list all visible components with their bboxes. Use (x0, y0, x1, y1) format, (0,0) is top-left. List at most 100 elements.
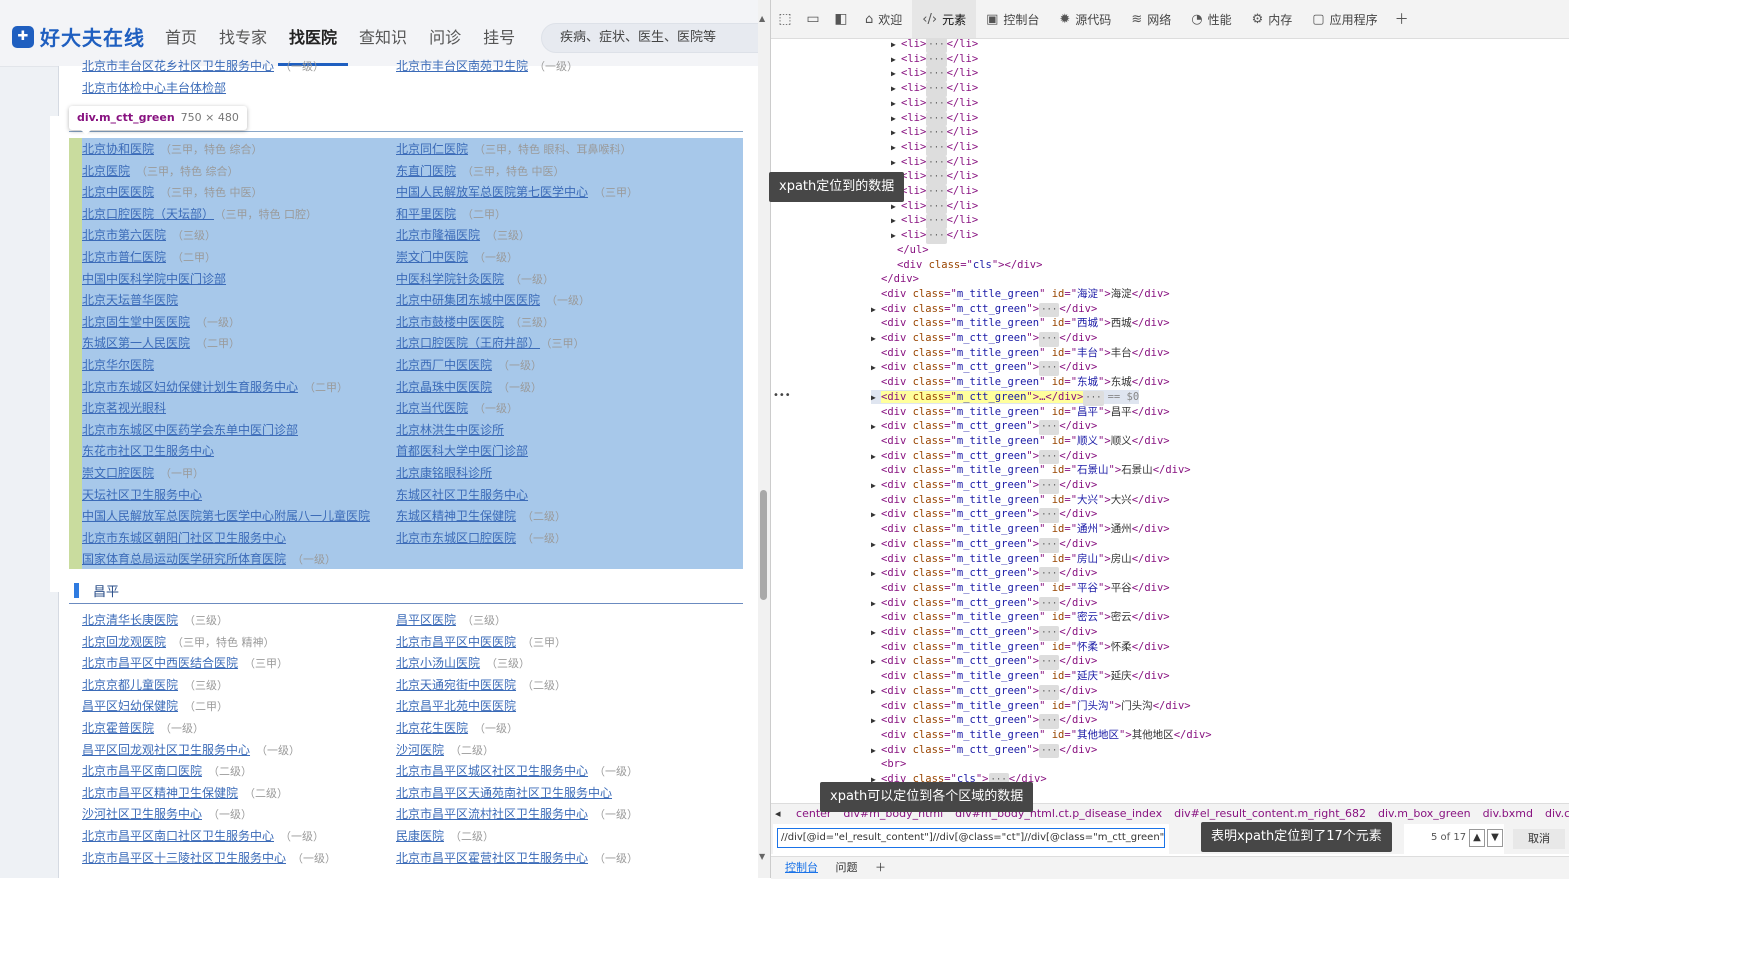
hospital-link[interactable]: 北京回龙观医院 (82, 635, 166, 649)
hospital-link[interactable]: 沙河医院 (396, 743, 444, 757)
collapsed-content-icon[interactable]: ··· (926, 67, 947, 83)
hospital-link[interactable]: 北京市昌平区流村社区卫生服务中心 (396, 807, 588, 821)
hospital-link[interactable]: 国家体育总局运动医学研究所体育医院 (82, 552, 286, 566)
dom-node[interactable]: ▶ <div class="m_ctt_green"> ··· </div> (871, 331, 1097, 347)
expand-caret-icon[interactable]: ▶ (891, 229, 901, 244)
collapsed-content-icon[interactable]: ··· (1039, 537, 1060, 553)
dom-node[interactable]: <div class="m_title_green" id="石景山">石景山<… (881, 463, 1191, 478)
hospital-link[interactable]: 北京固生堂中医医院 (82, 315, 190, 329)
collapsed-content-icon[interactable]: ··· (1039, 567, 1060, 582)
hospital-link[interactable]: 民康医院 (396, 829, 444, 843)
hospital-link[interactable]: 昌平区回龙观社区卫生服务中心 (82, 743, 250, 757)
expand-caret-icon[interactable]: ▶ (891, 126, 901, 141)
collapsed-content-icon[interactable]: ··· (1039, 361, 1060, 377)
more-options-icon[interactable]: ••• (773, 390, 791, 401)
dom-node[interactable]: ▶ <div class="m_ctt_green"> ··· </div> (871, 449, 1097, 465)
dom-node[interactable]: ▶ <div class="m_ctt_green"> ··· </div> (871, 478, 1097, 494)
hospital-link[interactable]: 北京中医医院 (82, 185, 154, 199)
previous-match-icon[interactable]: ▲ (1469, 829, 1485, 847)
add-tab-icon[interactable]: ＋ (1388, 5, 1416, 33)
collapsed-content-icon[interactable]: ··· (1039, 508, 1060, 524)
dom-node[interactable]: ▶ <div class="m_ctt_green"> ··· </div> (871, 537, 1097, 553)
dom-node[interactable]: <div class="m_title_green" id="密云">密云</d… (881, 610, 1170, 625)
collapsed-content-icon[interactable]: ··· (926, 155, 947, 171)
dom-node[interactable]: <div class="m_title_green" id="通州">通州</d… (881, 522, 1170, 537)
expand-caret-icon[interactable]: ▶ (871, 332, 881, 347)
hospital-link[interactable]: 北京中研集团东城中医医院 (396, 293, 540, 307)
hospital-link[interactable]: 北京市昌平区霍营社区卫生服务中心 (396, 851, 588, 865)
collapsed-content-icon[interactable]: ··· (1039, 714, 1060, 729)
hospital-link[interactable]: 中国人民解放军总医院第七医学中心附属八一儿童医院 (82, 509, 370, 523)
dom-node[interactable]: ▶ <div class="m_ctt_green"> ··· </div> (871, 654, 1097, 671)
dom-node[interactable]: ▶ <div class="m_ctt_green"> ··· </div> (871, 360, 1097, 377)
dom-node[interactable]: <div class="m_title_green" id="平谷">平谷</d… (881, 581, 1170, 596)
hospital-link[interactable]: 昌平区妇幼保健院 (82, 699, 178, 713)
hospital-link[interactable]: 北京同仁医院 (396, 142, 468, 156)
hospital-link[interactable]: 北京市鼓楼中医医院 (396, 315, 504, 329)
expand-caret-icon[interactable]: ▶ (891, 97, 901, 112)
hospital-link[interactable]: 崇文口腔医院 (82, 466, 154, 480)
expand-caret-icon[interactable]: ▶ (871, 391, 881, 406)
expand-caret-icon[interactable]: ▶ (871, 597, 881, 612)
dom-node[interactable]: </ul> (897, 243, 929, 258)
device-emulation-icon[interactable]: ▭ (799, 5, 827, 33)
inspect-element-icon[interactable]: ⬚ (771, 5, 799, 33)
devtools-tab[interactable]: ⌂ 欢迎 (855, 0, 912, 38)
expand-caret-icon[interactable]: ▶ (871, 538, 881, 553)
selected-dom-node[interactable]: ▶ <div class="m_ctt_green">…</div> ··· == $… (871, 389, 1140, 406)
collapsed-content-icon[interactable]: ··· (926, 185, 947, 200)
hospital-link[interactable]: 北京市隆福医院 (396, 228, 480, 242)
dom-node[interactable]: ▶ <div class="m_ctt_green"> ··· </div> (871, 566, 1097, 582)
collapsed-content-icon[interactable]: ··· (1039, 420, 1060, 435)
dom-node[interactable]: <div class="m_title_green" id="海淀">海淀</d… (881, 287, 1170, 302)
collapsed-content-icon[interactable]: ··· (926, 111, 947, 127)
dom-node[interactable]: <div class="m_title_green" id="西城">西城</d… (881, 316, 1170, 331)
hospital-link[interactable]: 和平里医院 (396, 207, 456, 221)
expand-caret-icon[interactable]: ▶ (871, 744, 881, 759)
dom-node[interactable]: <div class="m_title_green" id="大兴">大兴</d… (881, 493, 1170, 508)
dom-node[interactable]: <div class="m_title_green" id="房山">房山</d… (881, 552, 1170, 567)
hospital-link[interactable]: 北京市东城区朝阳门社区卫生服务中心 (82, 531, 286, 545)
collapsed-content-icon[interactable]: ··· (1039, 479, 1060, 494)
hospital-link[interactable]: 北京口腔医院（王府井部） (396, 336, 540, 350)
expand-caret-icon[interactable]: ▶ (891, 82, 901, 97)
collapsed-content-icon[interactable]: ··· (926, 214, 947, 230)
drawer-tab-console[interactable]: 控制台 (785, 861, 818, 874)
hospital-link[interactable]: 北京晶珠中医医院 (396, 380, 492, 394)
collapsed-content-icon[interactable]: ··· (926, 170, 947, 185)
dom-node[interactable]: ▶<li>···</li> (891, 96, 978, 112)
hospital-link[interactable]: 首都医科大学中医门诊部 (396, 444, 528, 458)
hospital-link[interactable]: 北京市东城区妇幼保健计划生育服务中心 (82, 380, 298, 394)
hospital-link[interactable]: 北京市昌平区南口医院 (82, 764, 202, 778)
breadcrumb-scroll-left-icon[interactable]: ◂ (775, 807, 781, 820)
hospital-link[interactable]: 北京西厂中医医院 (396, 358, 492, 372)
xpath-search-input[interactable]: //div[@id="el_result_content"]//div[@cla… (777, 828, 1165, 848)
hospital-link[interactable]: 崇文门中医院 (396, 250, 468, 264)
hospital-link[interactable]: 东花市社区卫生服务中心 (82, 444, 214, 458)
site-search-input[interactable]: 疾病、症状、医生、医院等 (541, 23, 770, 53)
collapsed-content-icon[interactable]: ··· (1039, 449, 1060, 465)
hospital-link[interactable]: 北京市丰台区花乡社区卫生服务中心 (82, 59, 274, 73)
dom-node[interactable]: <div class="m_title_green" id="丰台">丰台</d… (881, 346, 1170, 361)
hospital-link[interactable]: 北京当代医院 (396, 401, 468, 415)
hospital-link[interactable]: 北京林洪生中医诊所 (396, 423, 504, 437)
next-match-icon[interactable]: ▼ (1487, 829, 1503, 847)
dom-node[interactable]: ▶ <div class="m_ctt_green"> ··· </div> (871, 507, 1097, 524)
hospital-link[interactable]: 北京市普仁医院 (82, 250, 166, 264)
expand-caret-icon[interactable]: ▶ (871, 567, 881, 582)
sidebar-toggle-icon[interactable]: ◧ (827, 5, 855, 33)
hospital-link[interactable]: 北京花生医院 (396, 721, 468, 735)
collapsed-content-icon[interactable]: ··· (926, 229, 947, 244)
dom-node[interactable]: ▶ <div class="m_ctt_green"> ··· </div> (871, 743, 1097, 759)
hospital-link[interactable]: 北京市东城区口腔医院 (396, 531, 516, 545)
hospital-link[interactable]: 昌平区医院 (396, 613, 456, 627)
expand-caret-icon[interactable]: ▶ (871, 655, 881, 670)
breadcrumb-item[interactable]: div#el_result_content.m_right_682 (1174, 807, 1366, 820)
dom-node[interactable]: ▶ <div class="m_ctt_green"> ··· </div> (871, 713, 1097, 729)
collapsed-content-icon[interactable]: ··· (1039, 596, 1060, 612)
collapsed-content-icon[interactable]: ··· (926, 199, 947, 215)
hospital-link[interactable]: 北京市昌平区中医医院 (396, 635, 516, 649)
hospital-link[interactable]: 东直门医院 (396, 164, 456, 178)
hospital-link[interactable]: 北京市昌平区十三陵社区卫生服务中心 (82, 851, 286, 865)
dom-node[interactable]: ▶<li>···</li> (891, 155, 978, 171)
